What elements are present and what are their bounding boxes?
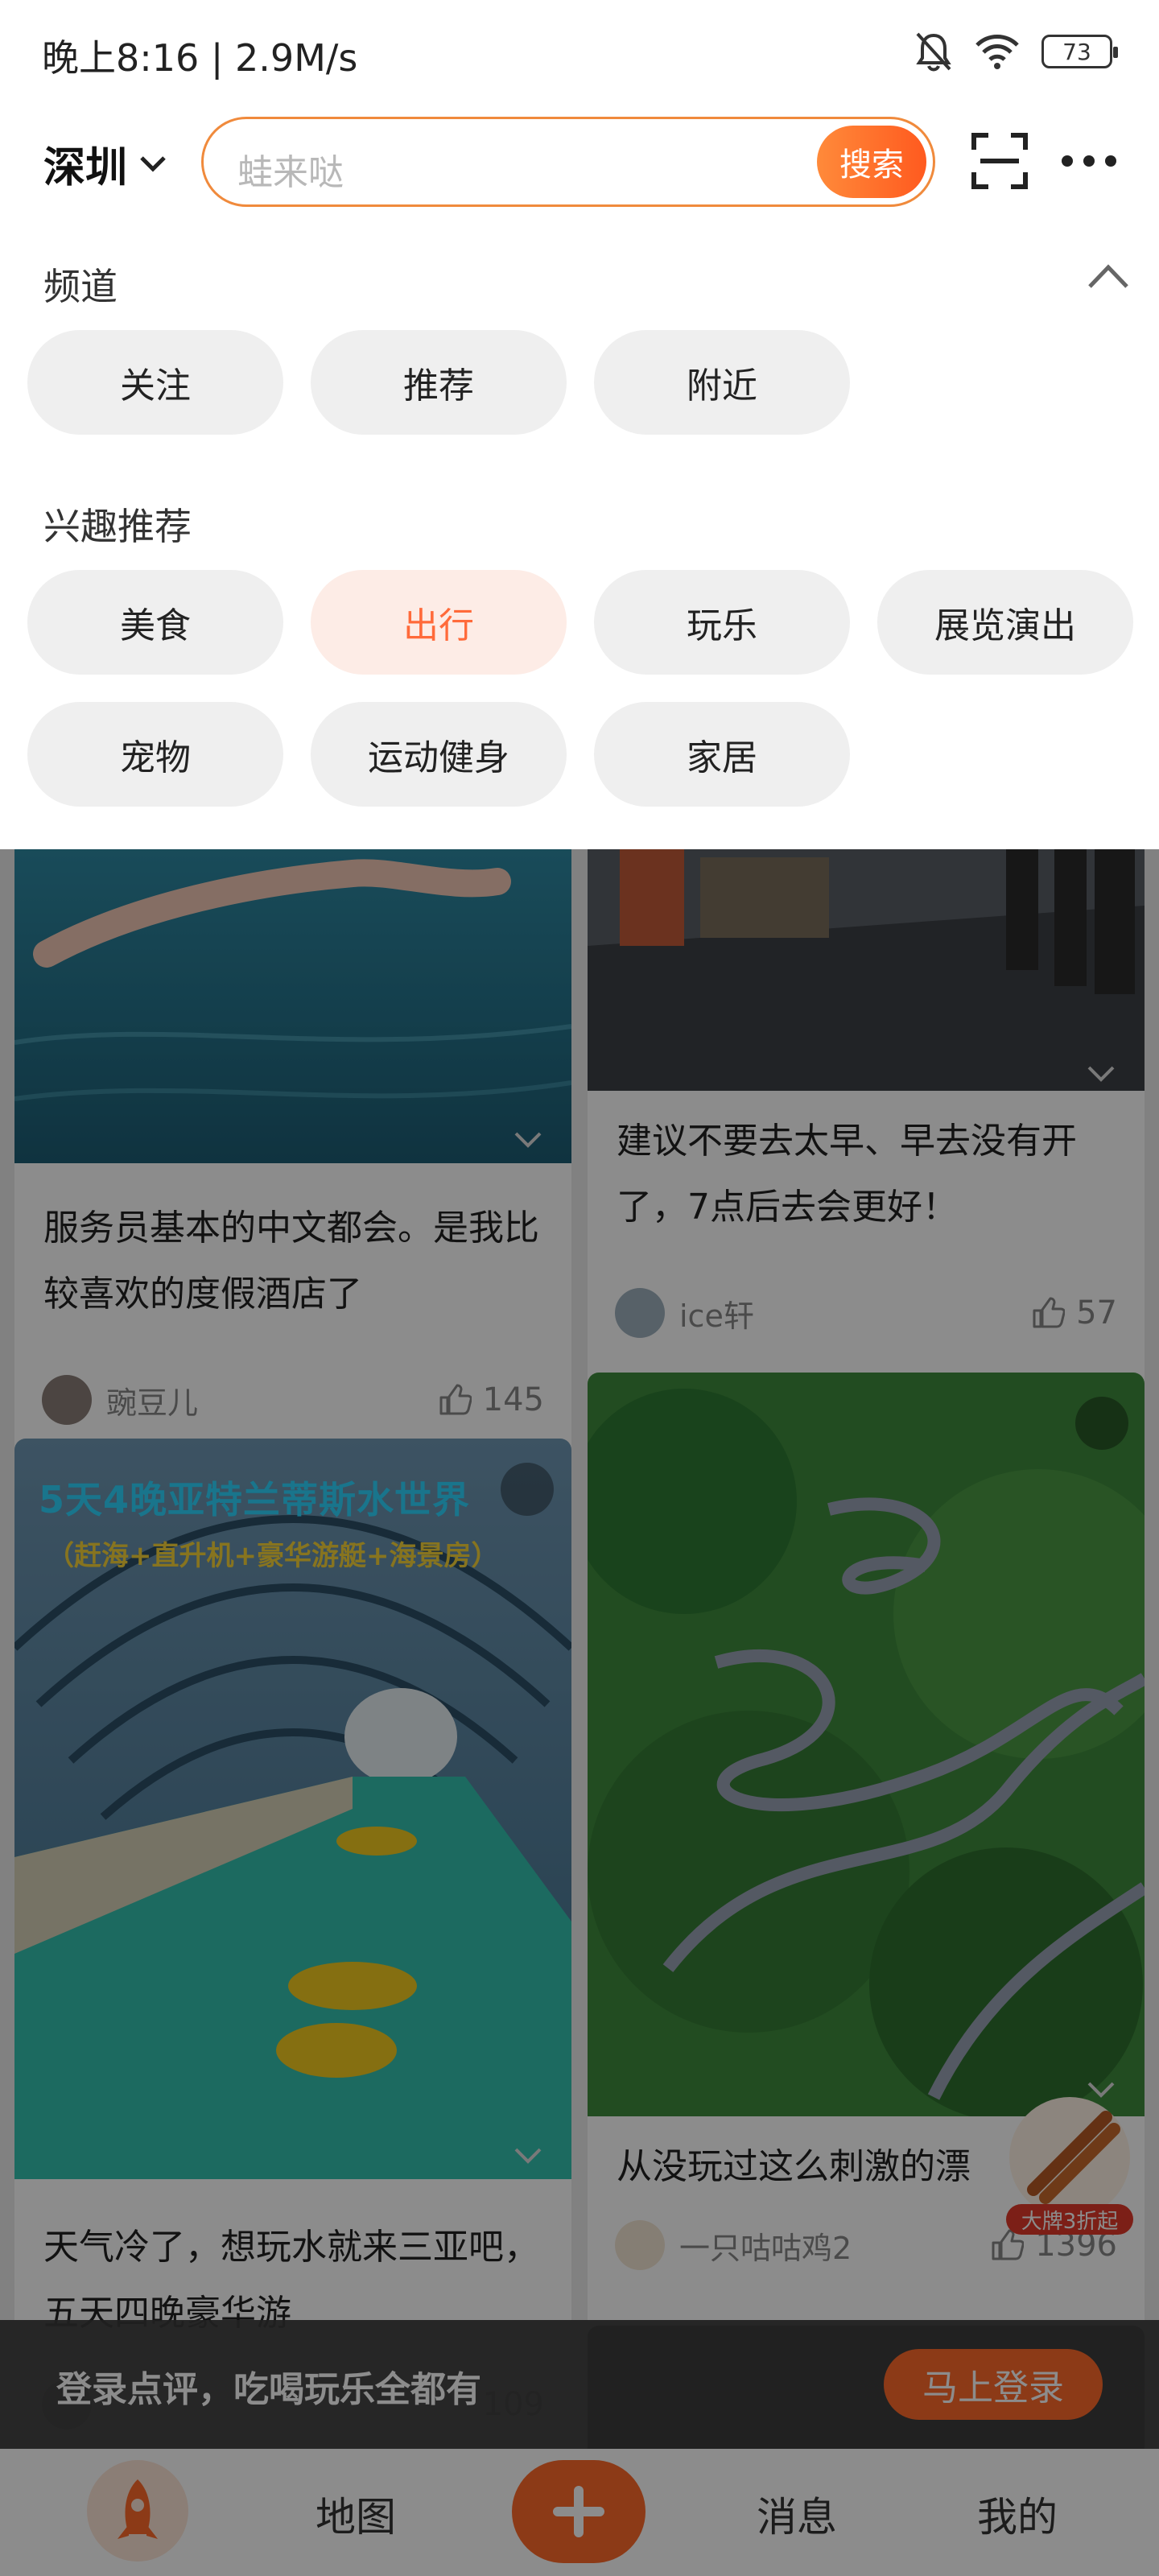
search-button[interactable]: 搜索 [817,126,926,198]
interest-chip-exhibition[interactable]: 展览演出 [877,570,1133,675]
status-time-speed: 晚上8:16 | 2.9M/s [42,36,358,80]
channel-panel: 晚上8:16 | 2.9M/s 73 深圳 蛙来哒 搜索 频道 关注 推荐 附近… [0,0,1159,849]
interest-chip-fun[interactable]: 玩乐 [594,570,850,675]
search-placeholder: 蛙来哒 [237,152,344,193]
interest-chip-food[interactable]: 美食 [27,570,283,675]
status-bar: 晚上8:16 | 2.9M/s 73 [0,0,1159,105]
channel-chip-nearby[interactable]: 附近 [594,330,850,435]
interest-chip-pets[interactable]: 宠物 [27,702,283,807]
interest-chip-home[interactable]: 家居 [594,702,850,807]
dim-overlay[interactable] [0,849,1159,2576]
battery-level: 73 [1062,38,1091,65]
search-input[interactable]: 蛙来哒 搜索 [201,117,935,207]
city-selector[interactable]: 深圳 [43,134,167,194]
page: 服务员基本的中文都会。是我比较喜欢的度假酒店了 豌豆儿 145 5天4晚亚特兰蒂… [0,0,1159,2576]
chevron-up-icon[interactable] [1087,259,1130,291]
scan-icon[interactable] [971,132,1029,190]
channel-chip-follow[interactable]: 关注 [27,330,283,435]
channel-chip-recommend[interactable]: 推荐 [311,330,567,435]
interest-chip-travel[interactable]: 出行 [311,570,567,675]
city-name: 深圳 [43,144,128,192]
interest-chip-fitness[interactable]: 运动健身 [311,702,567,807]
more-icon[interactable] [1059,151,1119,171]
battery-icon: 73 [1041,35,1118,68]
interests-title: 兴趣推荐 [43,505,192,548]
channels-title: 频道 [43,265,118,308]
wifi-icon [975,35,1019,69]
search-row: 深圳 蛙来哒 搜索 [0,113,1159,211]
chevron-down-icon [140,155,166,172]
status-icons: 73 [914,29,1118,74]
bell-muted-icon [916,32,951,72]
